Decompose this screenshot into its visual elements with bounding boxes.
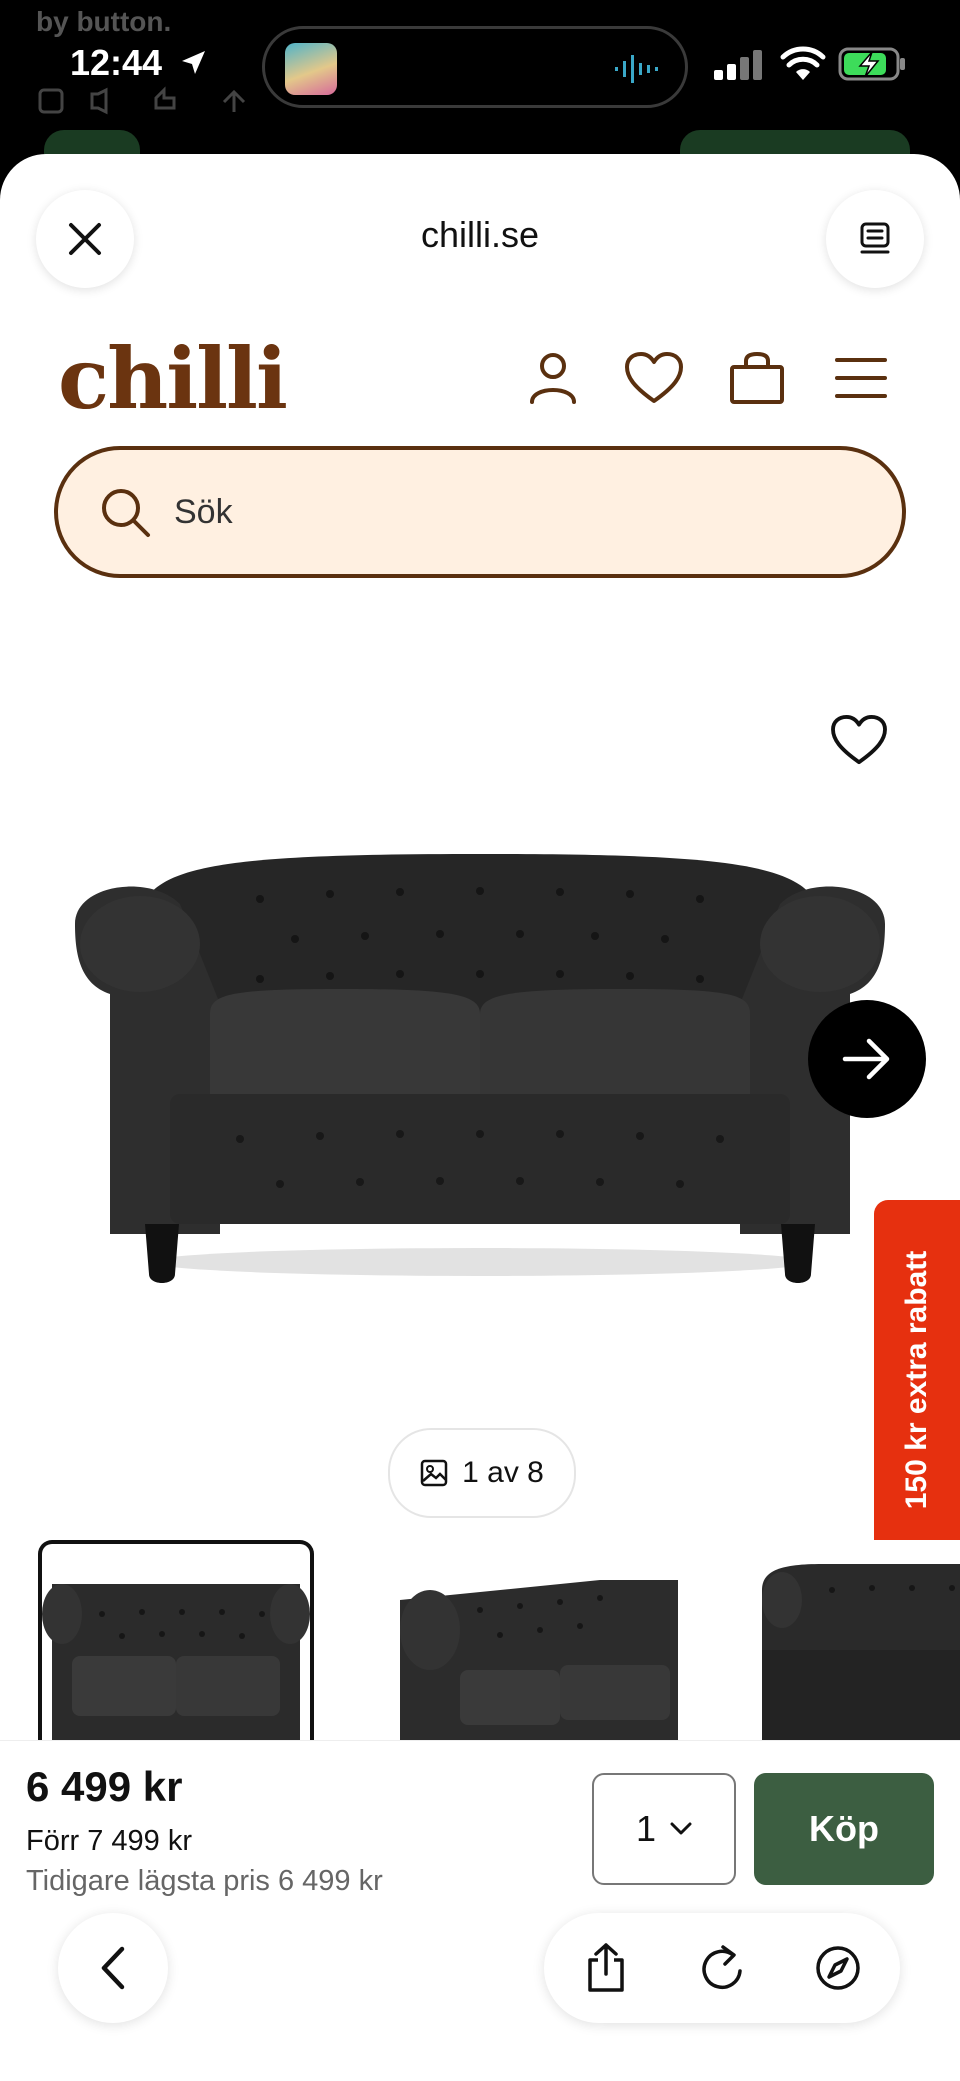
heart-icon <box>625 352 683 403</box>
search-placeholder: Sök <box>174 492 233 531</box>
next-image-button[interactable] <box>808 1000 926 1118</box>
audio-waveform-icon <box>615 55 658 83</box>
quantity-select[interactable]: 1 <box>592 1773 736 1885</box>
product-image-sofa <box>75 854 885 1283</box>
thumbnail-1[interactable] <box>38 1540 314 1740</box>
thumbnail-sofa-angle <box>400 1580 678 1740</box>
thumbnail-sofa-detail <box>762 1564 960 1740</box>
page-domain[interactable]: chilli.se <box>0 214 960 256</box>
site-logo[interactable]: chilli <box>58 329 288 428</box>
location-arrow-icon <box>182 51 206 74</box>
purchase-bar: 6 499 kr Förr 7 499 kr Tidigare lägsta p… <box>0 1740 960 2081</box>
account-button[interactable] <box>523 348 583 408</box>
browser-actions <box>544 1913 900 2023</box>
promo-text: 150 kr extra rabatt <box>900 1250 933 1510</box>
clock-time: 12:44 <box>70 42 208 84</box>
lowest-price: Tidigare lägsta pris 6 499 kr <box>26 1865 383 1897</box>
cart-button[interactable] <box>727 348 787 408</box>
battery-charging-icon <box>838 47 905 81</box>
image-counter-text: 1 av 8 <box>462 1456 544 1489</box>
browser-sheet: chilli.se chilli Sök 150 kr extra rabatt… <box>0 154 960 2081</box>
clock-text: 12:44 <box>70 42 163 83</box>
image-counter[interactable]: 1 av 8 <box>388 1428 576 1518</box>
shopping-bag-icon <box>730 351 784 404</box>
chevron-left-icon <box>101 1946 125 1990</box>
user-icon <box>530 353 576 404</box>
image-gallery-icon <box>420 1459 448 1487</box>
background-caption: by button. <box>36 6 172 37</box>
wishlist-button[interactable] <box>624 348 684 408</box>
thumbnail-sofa-front <box>42 1584 310 1740</box>
thumbnail-3[interactable] <box>762 1540 960 1740</box>
compass-button[interactable] <box>808 1938 868 1998</box>
previous-price: Förr 7 499 kr <box>26 1825 192 1857</box>
cellular-signal-icon <box>714 50 762 80</box>
dynamic-island[interactable] <box>262 26 688 108</box>
favorite-product-button[interactable] <box>830 714 888 771</box>
share-icon <box>588 1943 624 1992</box>
menu-button[interactable] <box>831 348 891 408</box>
background-toolbar-icons <box>38 86 246 115</box>
search-icon <box>102 489 150 537</box>
status-bar: by button. 12:44 <box>0 0 960 170</box>
back-button[interactable] <box>58 1913 168 2023</box>
compass-icon <box>816 1946 860 1990</box>
now-playing-artwork <box>285 43 337 95</box>
arrow-right-icon <box>842 1038 890 1080</box>
chevron-down-icon <box>670 1822 692 1835</box>
heart-icon <box>831 714 887 765</box>
reader-icon <box>860 222 890 254</box>
buy-button[interactable]: Köp <box>754 1773 934 1885</box>
quantity-value: 1 <box>635 1808 657 1849</box>
reader-view-button[interactable] <box>826 190 924 288</box>
wifi-icon <box>780 46 826 80</box>
share-button[interactable] <box>576 1938 636 1998</box>
search-bar[interactable]: Sök <box>54 446 906 578</box>
current-price: 6 499 kr <box>26 1763 183 1810</box>
thumbnail-2[interactable] <box>400 1540 678 1740</box>
reload-button[interactable] <box>692 1938 752 1998</box>
reload-icon <box>702 1945 742 1989</box>
hamburger-menu-icon <box>835 358 887 398</box>
promo-tab[interactable]: 150 kr extra rabatt <box>874 1200 960 1560</box>
